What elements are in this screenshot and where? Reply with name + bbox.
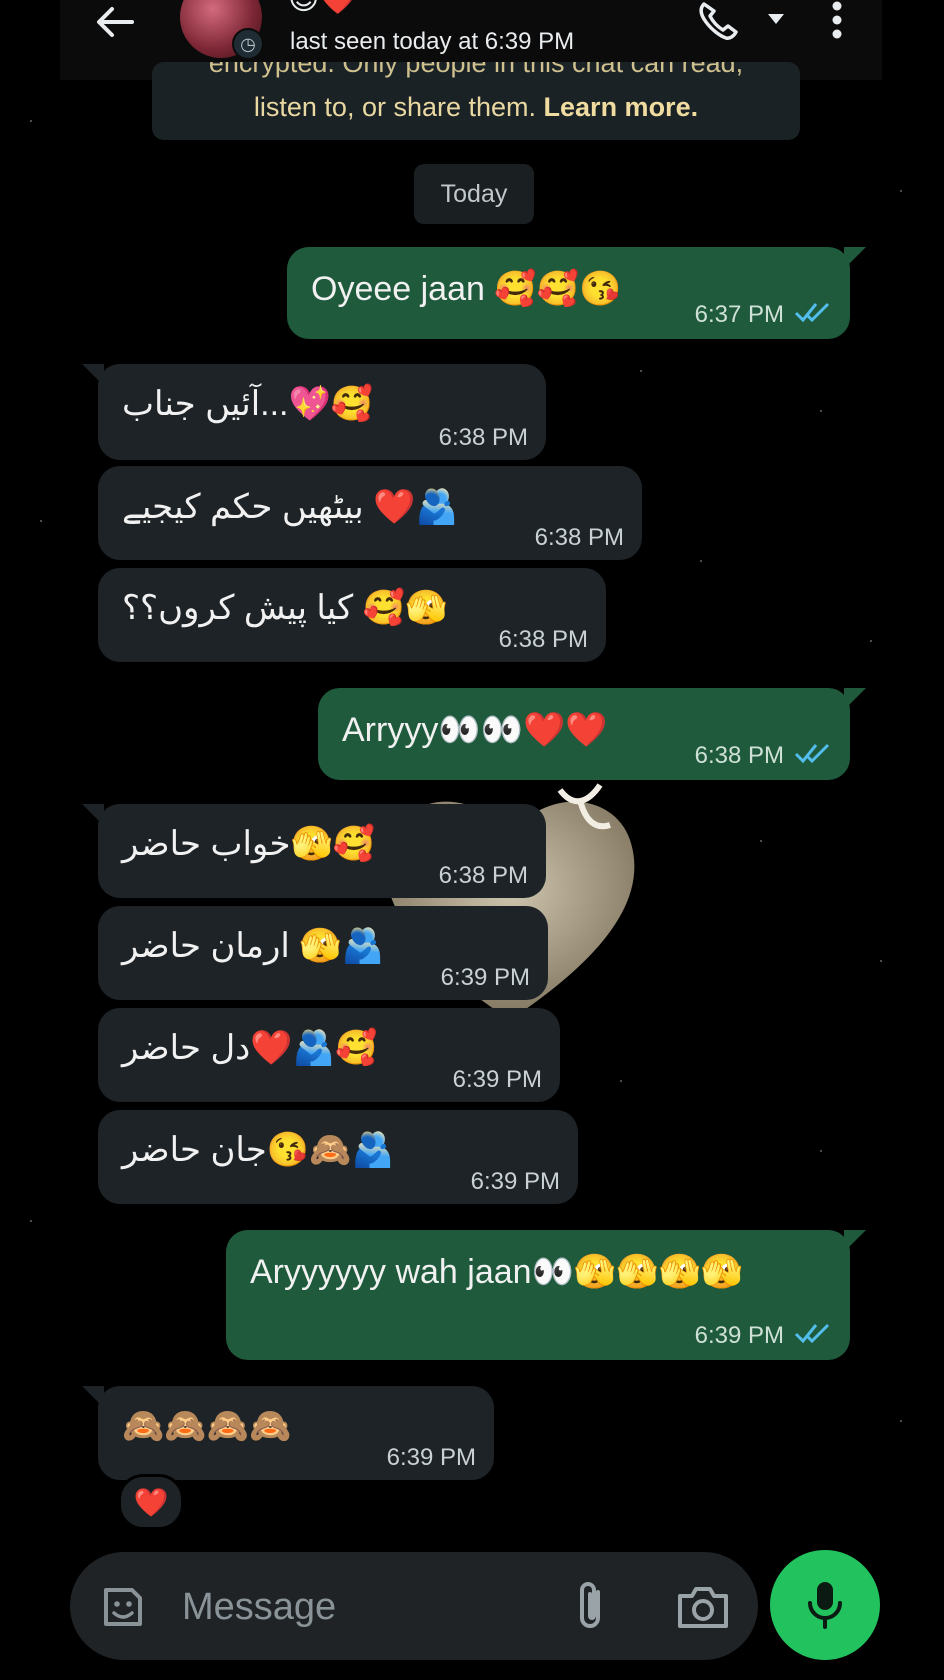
message-text: Aryyyyyy wah jaan👀🫣🫣🫣🫣 — [250, 1253, 744, 1291]
read-ticks-icon — [794, 1323, 830, 1344]
contact-name-emoji[interactable]: 😊❤️ — [288, 0, 357, 17]
message-text: 🥰🫂❤️دل حاضر — [122, 1029, 378, 1067]
voice-record-button[interactable] — [770, 1550, 880, 1660]
date-separator: Today — [414, 164, 534, 224]
notice-line-2-text: listen to, or share them. — [253, 92, 544, 122]
read-ticks-icon — [794, 743, 830, 764]
message-bubble-incoming[interactable]: 🙈🙈🙈🙈 6:39 PM — [82, 1386, 494, 1480]
message-bubble-incoming[interactable]: 🫂🫣 ارمان حاضر 6:39 PM — [98, 906, 548, 1000]
message-text: 🫣🥰 کیا پیش کروں؟؟ — [122, 589, 448, 627]
message-bubble-incoming[interactable]: 🫣🥰 کیا پیش کروں؟؟ 6:38 PM — [98, 568, 606, 662]
message-text: 🫂🫣 ارمان حاضر — [122, 927, 384, 965]
message-bubble-incoming[interactable]: 🫂🙈😘جان حاضر 6:39 PM — [98, 1110, 578, 1204]
message-text: 🫂🙈😘جان حاضر — [122, 1131, 394, 1169]
message-bubble-incoming[interactable]: 🥰🫂❤️دل حاضر 6:39 PM — [98, 1008, 560, 1102]
message-time: 6:38 PM — [498, 626, 588, 653]
call-icon[interactable] — [696, 2, 740, 42]
message-bubble-outgoing[interactable]: Arryyy👀👀❤️❤️ 6:38 PM — [318, 688, 866, 780]
message-reaction[interactable]: ❤️ — [118, 1474, 184, 1530]
message-time: 6:38 PM — [694, 742, 784, 769]
message-time: 6:37 PM — [694, 301, 784, 328]
message-bubble-incoming[interactable]: 🫂❤️ بیٹھیں حکم کیجیے 6:38 PM — [98, 466, 642, 560]
message-text: 🫂❤️ بیٹھیں حکم کیجیے — [122, 488, 458, 526]
chevron-down-icon[interactable] — [766, 12, 786, 26]
message-time: 6:38 PM — [534, 524, 624, 551]
learn-more-link[interactable]: Learn more. — [544, 92, 699, 122]
more-vert-icon[interactable] — [830, 0, 844, 40]
notice-line-1: encrypted. Only people in this chat can … — [208, 62, 744, 78]
attach-icon[interactable] — [570, 1578, 614, 1634]
message-time: 6:38 PM — [438, 862, 528, 889]
message-text: 🙈🙈🙈🙈 — [122, 1407, 292, 1445]
message-text: 🥰💖...آئیں جناب — [122, 385, 374, 423]
message-time: 6:39 PM — [386, 1444, 476, 1471]
last-seen-status[interactable]: last seen today at 6:39 PM — [290, 28, 574, 56]
message-bubble-incoming[interactable]: 🥰🫣خواب حاضر 6:38 PM — [82, 804, 546, 898]
message-time: 6:39 PM — [452, 1066, 542, 1093]
message-input[interactable] — [180, 1574, 604, 1640]
message-text: Oyeee jaan 🥰🥰😘 — [311, 270, 622, 308]
message-text: 🥰🫣خواب حاضر — [122, 825, 376, 863]
back-arrow-icon[interactable] — [90, 2, 140, 42]
message-time: 6:39 PM — [694, 1322, 784, 1349]
message-text: Arryyy👀👀❤️❤️ — [342, 711, 608, 749]
message-time: 6:39 PM — [440, 964, 530, 991]
notice-line-2: listen to, or share them. Learn more. — [152, 92, 800, 123]
camera-icon[interactable] — [676, 1584, 730, 1630]
message-time: 6:39 PM — [470, 1168, 560, 1195]
status-clock-icon: ◷ — [232, 28, 264, 60]
message-bubble-outgoing[interactable]: Oyeee jaan 🥰🥰😘 6:37 PM — [287, 247, 866, 339]
emoji-icon[interactable] — [98, 1582, 148, 1632]
message-time: 6:38 PM — [438, 424, 528, 451]
message-bubble-outgoing[interactable]: Aryyyyyy wah jaan👀🫣🫣🫣🫣 6:39 PM — [226, 1230, 866, 1360]
read-ticks-icon — [794, 302, 830, 323]
message-composer — [70, 1552, 758, 1660]
encryption-notice[interactable]: encrypted. Only people in this chat can … — [152, 62, 800, 140]
mic-icon — [808, 1582, 842, 1629]
message-bubble-incoming[interactable]: 🥰💖...آئیں جناب 6:38 PM — [82, 364, 546, 460]
